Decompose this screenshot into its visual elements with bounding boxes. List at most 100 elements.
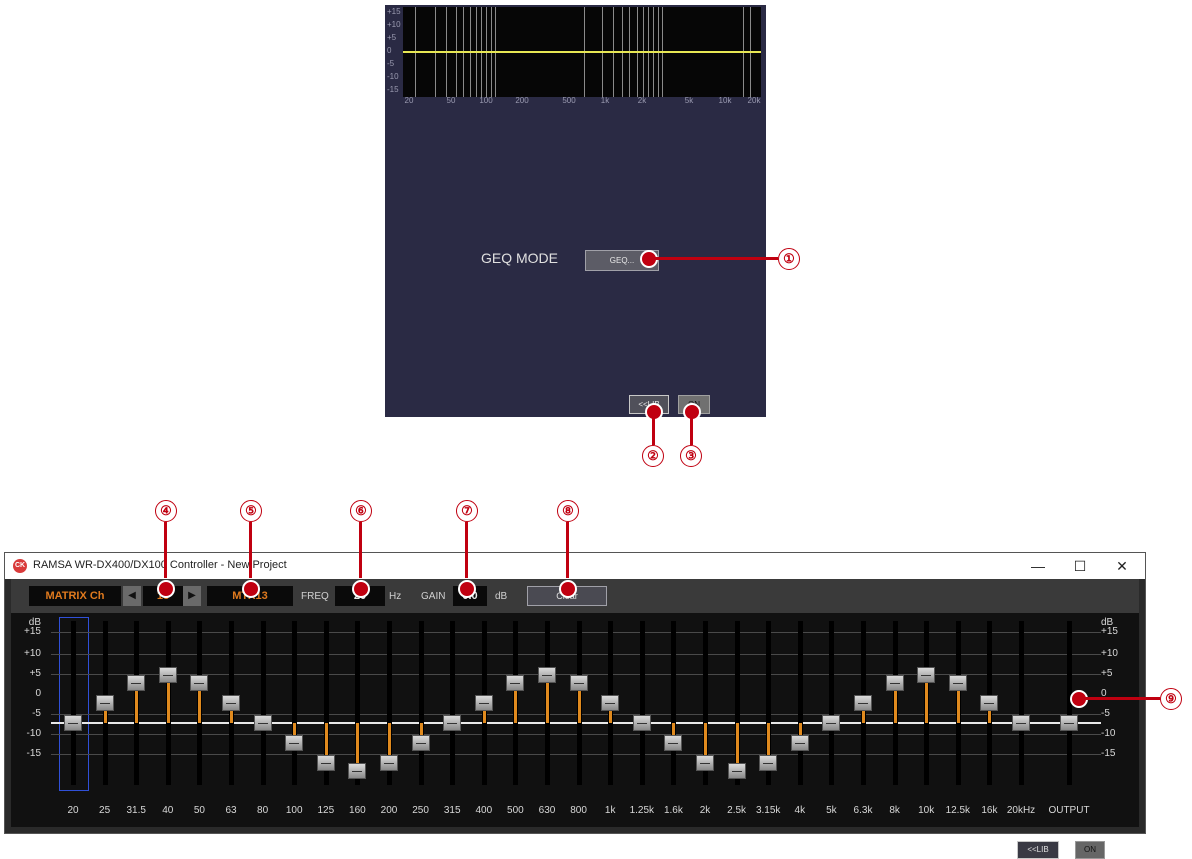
band-frequency-label: 100	[285, 805, 303, 816]
fader-knob[interactable]	[348, 763, 367, 779]
fader-knob[interactable]	[948, 675, 967, 691]
fader-knob[interactable]	[790, 735, 809, 751]
graph-y-label: 0	[387, 46, 392, 55]
fader-knob[interactable]	[759, 755, 778, 771]
fader-knob[interactable]	[885, 675, 904, 691]
fader-track[interactable]	[292, 621, 298, 785]
fader-knob[interactable]	[95, 695, 114, 711]
lib-button[interactable]: <<LIB	[1017, 841, 1059, 859]
channel-prev-button[interactable]: ◀	[123, 586, 141, 606]
graph-x-label: 100	[479, 96, 493, 105]
band-frequency-label: 160	[349, 805, 366, 816]
fader-knob[interactable]	[664, 735, 683, 751]
db-label-left: +5	[29, 668, 41, 679]
band-frequency-label: 20kHz	[1006, 805, 1036, 816]
fader-track[interactable]	[450, 621, 456, 785]
fader-knob[interactable]	[980, 695, 999, 711]
fader-track[interactable]	[418, 621, 424, 785]
callout-number: ⑤	[240, 500, 262, 522]
band-frequency-label: 200	[380, 805, 398, 816]
fader-knob[interactable]	[1012, 715, 1030, 731]
output-fader-knob[interactable]	[1060, 715, 1078, 731]
fader-knob[interactable]	[222, 695, 240, 711]
fader-knob[interactable]	[854, 695, 872, 711]
db-label-left: +10	[24, 648, 41, 659]
graph-y-label: +15	[387, 7, 401, 16]
fader-knob[interactable]	[506, 675, 525, 691]
graph-x-label: 50	[446, 96, 456, 105]
callout-line	[652, 417, 655, 445]
fader-track[interactable]	[260, 621, 266, 785]
callout-line	[359, 522, 362, 578]
matrix-ch-label: MATRIX Ch	[29, 586, 121, 606]
callout-number: ①	[778, 248, 800, 270]
callout-number: ⑦	[456, 500, 478, 522]
fader-knob[interactable]	[64, 715, 82, 731]
fader-track[interactable]	[639, 621, 645, 785]
fader-knob[interactable]	[601, 695, 620, 711]
fader-track[interactable]	[71, 621, 76, 785]
maximize-button[interactable]: ☐	[1063, 555, 1097, 577]
minimize-button[interactable]: —	[1021, 555, 1055, 577]
graph-x-label: 20	[404, 96, 414, 105]
fader-track[interactable]	[797, 621, 803, 785]
callout-number: ③	[680, 445, 702, 467]
band-frequency-label: 6.3k	[853, 805, 873, 816]
on-button[interactable]: ON	[1075, 841, 1105, 859]
fader-knob[interactable]	[822, 715, 841, 731]
db-label-left: +15	[24, 626, 41, 637]
fader-knob[interactable]	[316, 755, 335, 771]
fader-area: dB +15 +10 +5 0 -5 -10 -15 dB +15 +10 +5…	[11, 613, 1139, 859]
db-label-left: -10	[26, 728, 41, 739]
fader-knob[interactable]	[538, 667, 556, 683]
fader-track[interactable]	[671, 621, 677, 785]
fader-knob[interactable]	[158, 667, 177, 683]
app-icon: CK	[13, 559, 27, 573]
fader-knob[interactable]	[474, 695, 493, 711]
band-frequency-label: 2k	[699, 805, 711, 816]
fader-knob[interactable]	[917, 667, 936, 683]
callout-number: ⑧	[557, 500, 579, 522]
channel-next-button[interactable]: ▶	[183, 586, 201, 606]
graph-y-label: +10	[387, 20, 401, 29]
close-button[interactable]: ✕	[1105, 555, 1139, 577]
fader-track[interactable]	[1019, 621, 1024, 785]
freq-unit: Hz	[389, 591, 402, 602]
callout-number: ⑥	[350, 500, 372, 522]
band-frequency-label: 80	[257, 805, 269, 816]
band-frequency-label: 2.5k	[727, 805, 747, 816]
fader-knob[interactable]	[380, 755, 398, 771]
db-label-right: -15	[1101, 748, 1116, 759]
band-frequency-label: 315	[443, 805, 461, 816]
band-frequency-label: 4k	[794, 805, 806, 816]
eq-response-graph	[403, 7, 761, 97]
db-label-left: 0	[35, 688, 41, 699]
fader-knob[interactable]	[727, 763, 746, 779]
graph-x-label: 200	[515, 96, 529, 105]
db-label-right: +15	[1101, 626, 1118, 637]
band-frequency-label: 400	[475, 805, 493, 816]
fader-knob[interactable]	[285, 735, 304, 751]
band-frequency-label: 800	[570, 805, 587, 816]
fader-knob[interactable]	[411, 735, 430, 751]
eq-curve-line	[403, 51, 761, 53]
fader-knob[interactable]	[190, 675, 209, 691]
band-frequency-label: 50	[193, 805, 205, 816]
graph-x-label: 20k	[747, 96, 761, 105]
graph-x-label: 10k	[718, 96, 732, 105]
band-frequency-label: 63	[225, 805, 237, 816]
band-frequency-label: 1k	[604, 805, 616, 816]
callout-line	[164, 522, 167, 578]
fader-knob[interactable]	[127, 675, 146, 691]
fader-knob[interactable]	[632, 715, 651, 731]
fader-knob[interactable]	[696, 755, 714, 771]
fader-knob[interactable]	[569, 675, 588, 691]
callout-dot	[242, 580, 260, 598]
geq-mode-label: GEQ MODE	[481, 250, 559, 266]
fader-knob[interactable]	[253, 715, 272, 731]
callout-number: ⑨	[1160, 688, 1182, 710]
db-label-right: -10	[1101, 728, 1116, 739]
fader-knob[interactable]	[443, 715, 462, 731]
fader-track[interactable]	[829, 621, 835, 785]
callout-line	[1084, 697, 1160, 700]
